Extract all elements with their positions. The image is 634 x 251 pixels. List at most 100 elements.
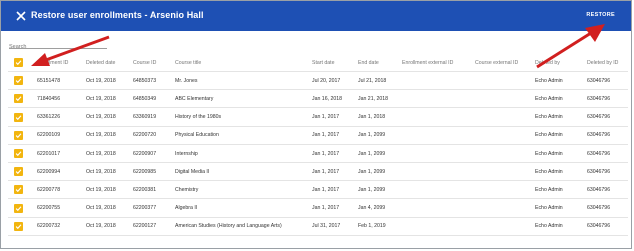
row-checkbox[interactable] [14,203,23,213]
check-icon [15,224,22,229]
cell-course-title: Digital Media II [175,168,210,175]
cell-deleted-by: Echo Admin [535,168,563,175]
cell-end-date: Feb 1, 2019 [358,223,386,230]
column-header-course-title[interactable]: Course title [175,54,201,71]
row-checkbox[interactable] [14,221,23,231]
table-row: 62200778 Oct 19, 2018 62200381 Chemistry Jan… [8,181,628,200]
cell-course-title: American Studies (History and Language A… [175,223,282,230]
cell-enrollment-id: 62200778 [37,186,61,193]
check-icon [15,205,22,211]
cell-start-date: Jan 16, 2018 [312,95,342,102]
cell-deleted-by: Echo Admin [535,150,563,157]
table-header-row: Enrollment ID Deleted date Course ID Course… [8,54,628,72]
column-header-deleted-by-id[interactable]: Deleted by ID [587,54,618,71]
cell-deleted-by-id: 63046796 [587,95,611,102]
cell-deleted-date: Oct 19, 2018 [86,77,116,84]
cell-deleted-date: Oct 19, 2018 [86,150,116,157]
cell-end-date: Jan 1, 2099 [358,132,386,139]
select-all-checkbox[interactable] [14,58,23,67]
cell-enrollment-id: 62200755 [37,205,61,212]
check-icon [15,114,22,120]
cell-deleted-by: Echo Admin [535,132,563,139]
cell-deleted-by-id: 63046796 [587,223,611,230]
cell-end-date: Jul 21, 2018 [358,77,387,84]
cell-course-id: 62200127 [133,223,157,230]
check-icon [15,151,22,157]
row-checkbox[interactable] [14,149,23,158]
cell-course-id: 62200907 [133,150,157,157]
check-icon [15,78,22,84]
cell-course-title: Physical Education [175,132,219,139]
cell-enrollment-id: 71840456 [37,95,61,102]
cell-deleted-date: Oct 19, 2018 [86,205,116,212]
row-checkbox[interactable] [14,130,23,140]
cell-deleted-by: Echo Admin [535,186,563,193]
cell-course-id: 62200377 [133,205,157,212]
column-header-enrollment-id[interactable]: Enrollment ID [37,54,68,71]
cell-deleted-date: Oct 19, 2018 [86,114,116,121]
cell-end-date: Jan 1, 2099 [358,150,386,157]
check-icon [15,133,22,138]
restore-button[interactable]: RESTORE [586,12,615,18]
cell-start-date: Jul 20, 2017 [312,77,341,84]
row-checkbox[interactable] [14,185,23,195]
cell-deleted-by: Echo Admin [535,77,563,84]
cell-course-title: Mr. Jones [175,77,198,84]
row-checkbox[interactable] [14,167,23,177]
cell-deleted-date: Oct 19, 2018 [86,186,116,193]
row-checkbox[interactable] [14,94,23,104]
dialog-title: Restore user enrollments - Arsenio Hall [31,10,204,20]
cell-end-date: Jan 1, 2099 [358,186,386,193]
column-header-end-date[interactable]: End date [358,54,379,71]
cell-enrollment-id: 63361226 [37,114,61,121]
table-row: 62200732 Oct 19, 2018 62200127 American Stu… [8,218,628,236]
cell-end-date: Jan 4, 2099 [358,205,386,212]
cell-start-date: Jan 1, 2017 [312,150,340,157]
cell-deleted-by-id: 63046796 [587,186,611,193]
cell-course-id: 62200720 [133,132,157,139]
cell-end-date: Jan 1, 2018 [358,114,386,121]
cell-course-title: Internship [175,150,198,157]
column-header-enrollment-external-id[interactable]: Enrollment external ID [402,54,453,71]
cell-deleted-by-id: 63046796 [587,132,611,139]
cell-course-title: History of the 1980s [175,114,222,121]
search-field [9,35,107,53]
close-icon[interactable] [14,9,28,23]
cell-deleted-by: Echo Admin [535,114,563,121]
cell-course-id: 64850373 [133,77,157,84]
cell-deleted-by-id: 63046796 [587,114,611,121]
cell-course-title: Algebra II [175,205,198,212]
cell-start-date: Jan 1, 2017 [312,114,340,121]
search-input[interactable] [9,41,107,53]
cell-enrollment-id: 62200994 [37,168,61,175]
cell-start-date: Jan 1, 2017 [312,186,340,193]
cell-end-date: Jan 21, 2018 [358,95,388,102]
cell-course-id: 62200381 [133,186,157,193]
cell-course-title: Chemistry [175,186,199,193]
cell-course-title: ABC Elementary [175,95,214,102]
row-checkbox[interactable] [14,76,23,86]
cell-deleted-by: Echo Admin [535,205,563,212]
table-row: 71840456 Oct 19, 2018 64850349 ABC Elementa… [8,90,628,109]
table-row: 62200109 Oct 19, 2018 62200720 Physical Edu… [8,127,628,145]
cell-course-id: 63360919 [133,114,157,121]
table-row: 62200994 Oct 19, 2018 62200985 Digital Medi… [8,163,628,182]
cell-deleted-by: Echo Admin [535,95,563,102]
row-checkbox[interactable] [14,112,23,122]
column-header-course-external-id[interactable]: Course external ID [475,54,518,71]
cell-course-id: 64850349 [133,95,157,102]
check-icon [15,187,22,193]
cell-enrollment-id: 62200109 [37,132,61,139]
cell-enrollment-id: 62201017 [37,150,61,157]
column-header-course-id[interactable]: Course ID [133,54,156,71]
check-icon [15,169,22,175]
column-header-deleted-date[interactable]: Deleted date [86,54,115,71]
cell-deleted-by: Echo Admin [535,223,563,230]
cell-deleted-date: Oct 19, 2018 [86,95,116,102]
cell-deleted-by-id: 63046796 [587,150,611,157]
table-row: 65151478 Oct 19, 2018 64850373 Mr. Jones Jul… [8,72,628,91]
cell-deleted-date: Oct 19, 2018 [86,168,116,175]
column-header-deleted-by[interactable]: Deleted by [535,54,560,71]
column-header-start-date[interactable]: Start date [312,54,335,71]
dialog-header: Restore user enrollments - Arsenio Hall … [1,1,631,31]
